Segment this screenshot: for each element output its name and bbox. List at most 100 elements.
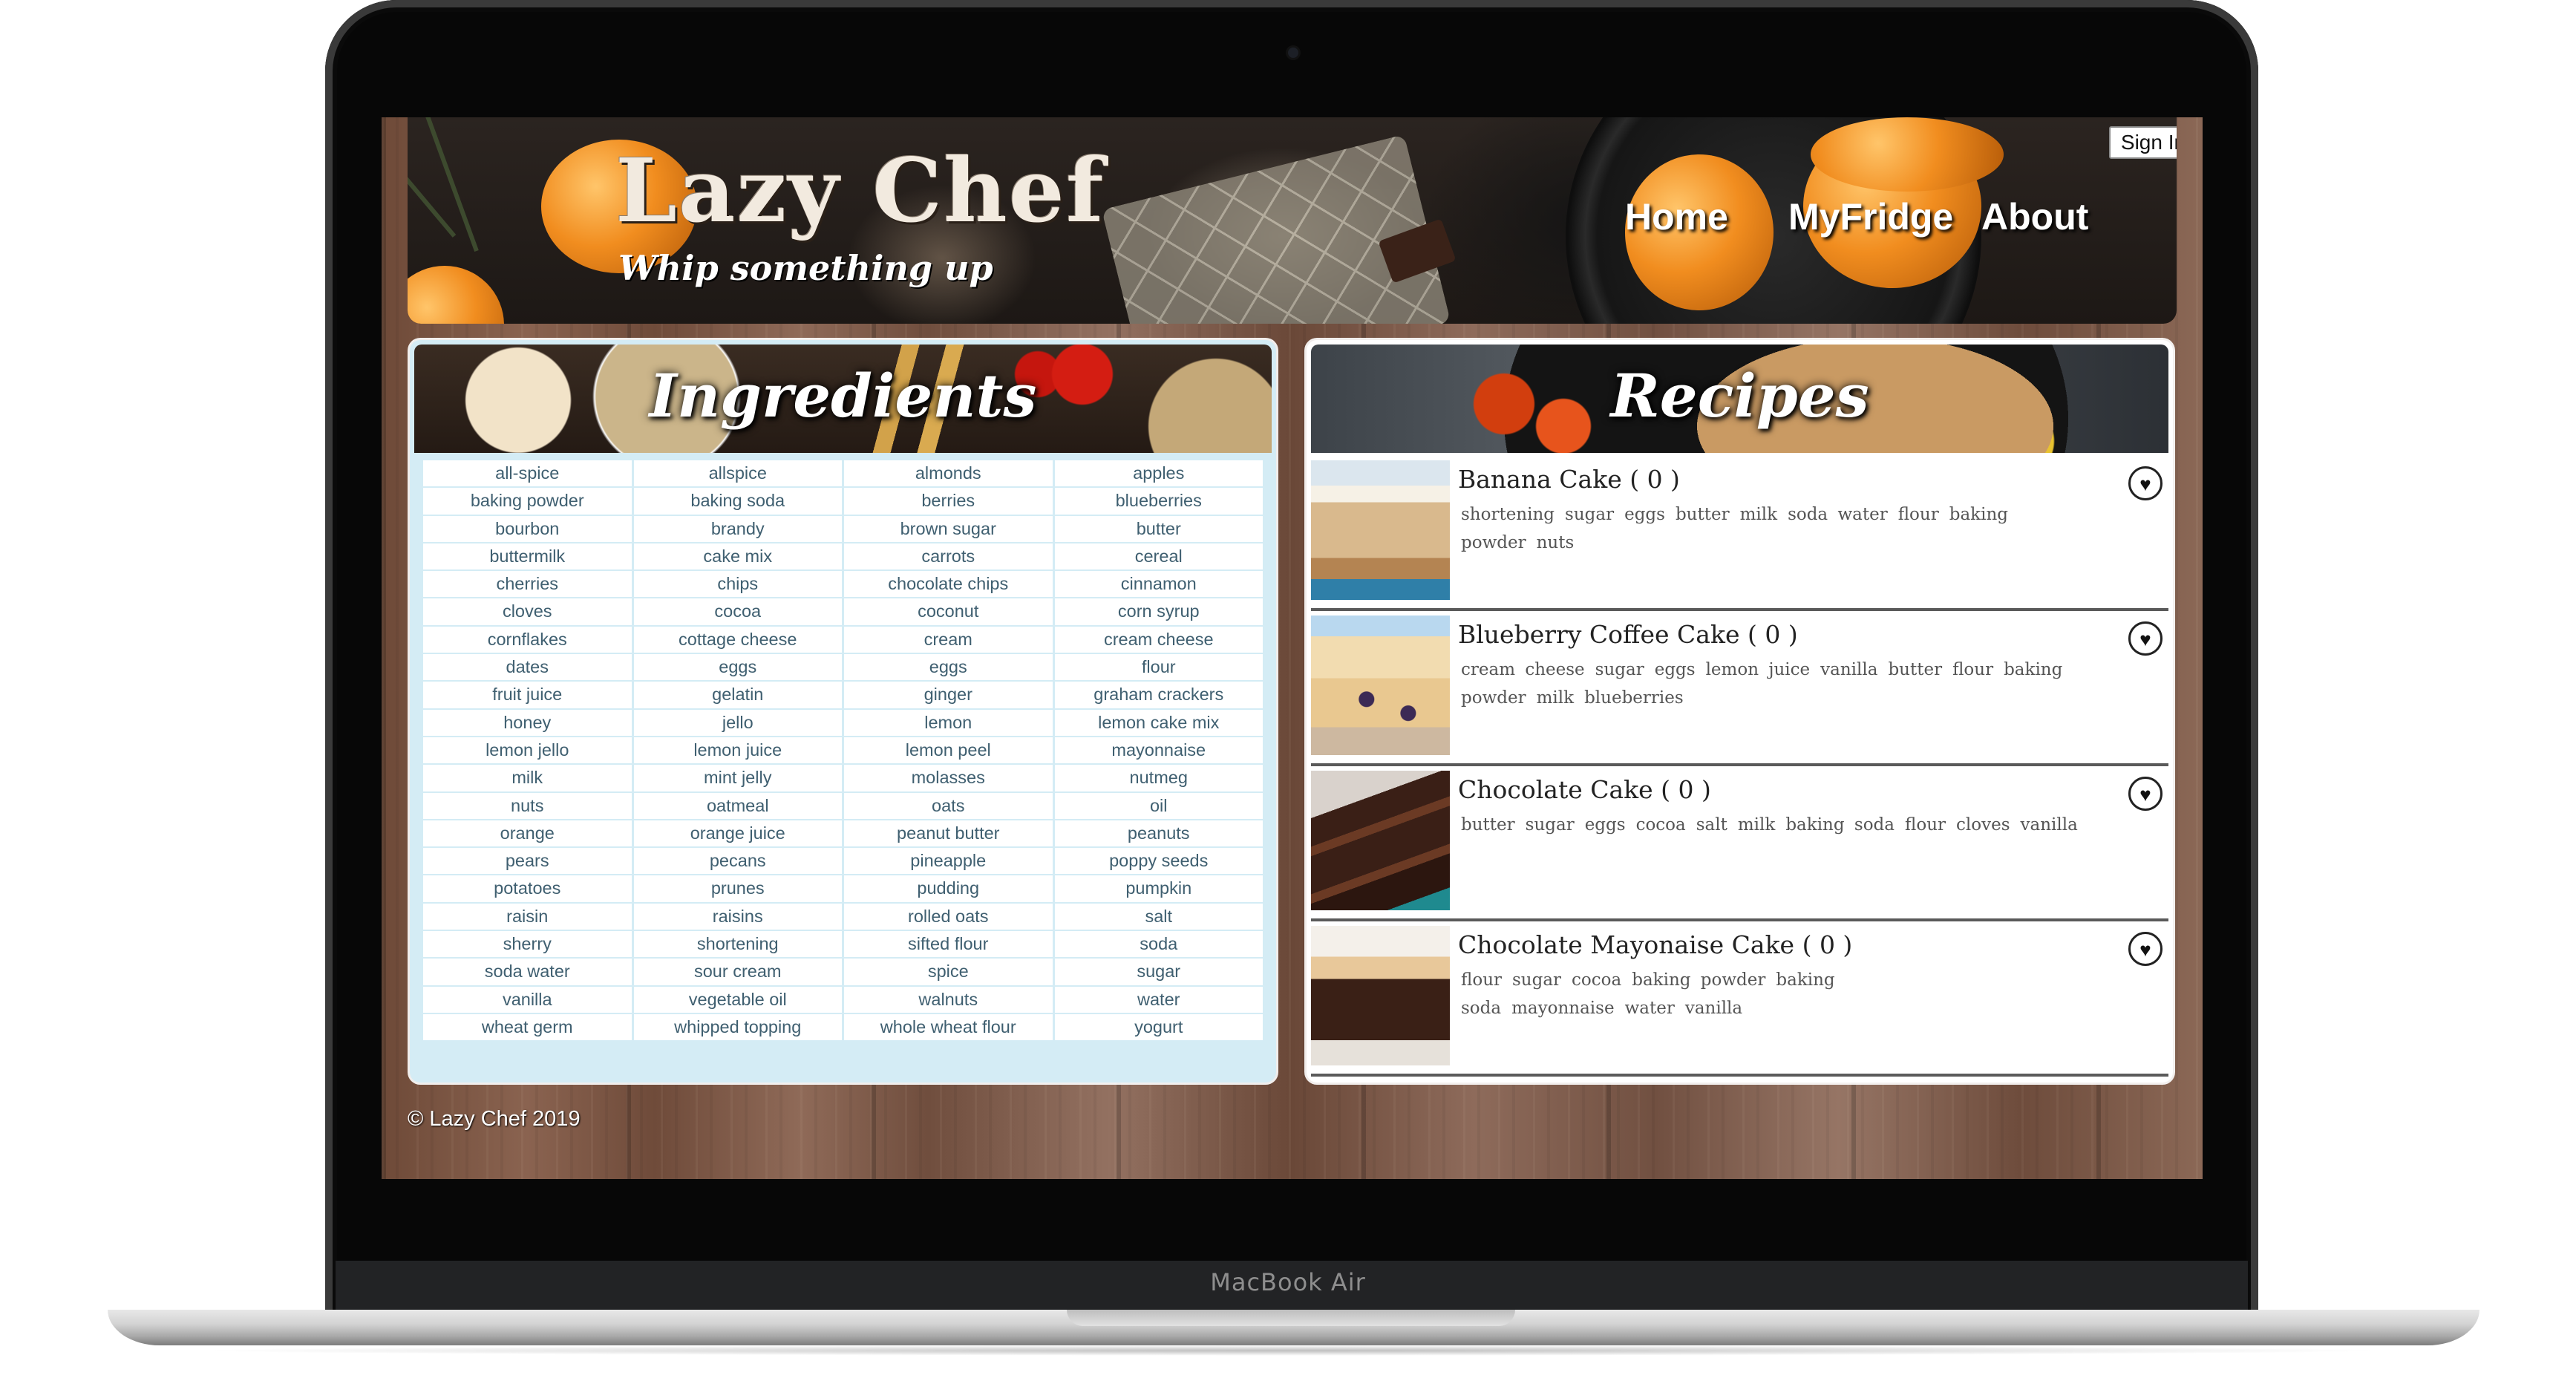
ingredient-item[interactable]: raisin [423, 903, 634, 932]
ingredient-item[interactable]: coconut [844, 598, 1055, 627]
heart-icon[interactable]: ♥ [2128, 466, 2163, 500]
ingredient-item[interactable]: whipped topping [633, 1013, 844, 1042]
ingredient-item[interactable]: peanuts [1054, 820, 1265, 849]
ingredient-item[interactable]: blueberries [1054, 488, 1265, 516]
ingredient-item[interactable]: lemon juice [633, 737, 844, 765]
recipe-title[interactable]: Chocolate Cake ( 0 ) [1458, 775, 1711, 804]
ingredient-item[interactable]: sifted flour [844, 931, 1055, 959]
ingredient-item[interactable]: berries [844, 488, 1055, 516]
ingredient-item[interactable]: potatoes [423, 875, 634, 904]
ingredient-item[interactable]: yogurt [1054, 1013, 1265, 1042]
sign-in-button[interactable]: Sign In [2109, 126, 2177, 159]
ingredient-item[interactable]: buttermilk [423, 543, 634, 572]
ingredient-item[interactable]: chocolate chips [844, 571, 1055, 599]
ingredient-item[interactable]: oatmeal [633, 792, 844, 820]
ingredient-item[interactable]: gelatin [633, 682, 844, 710]
ingredient-item[interactable]: water [1054, 986, 1265, 1014]
ingredient-item[interactable]: vegetable oil [633, 986, 844, 1014]
chocolate-mayonaise-cake-image[interactable] [1311, 926, 1450, 1065]
ingredient-item[interactable]: oil [1054, 792, 1265, 820]
ingredient-item[interactable]: pears [423, 848, 634, 876]
recipe-card[interactable]: Banana Cake ( 0 ) shortening sugar eggs but… [1311, 456, 2168, 611]
ingredient-item[interactable]: fruit juice [423, 682, 634, 710]
ingredient-item[interactable]: brown sugar [844, 515, 1055, 543]
ingredient-item[interactable]: soda [1054, 931, 1265, 959]
nav-myfridge[interactable]: MyFridge [1788, 195, 1953, 238]
ingredient-item[interactable]: orange [423, 820, 634, 849]
ingredient-item[interactable]: honey [423, 709, 634, 737]
ingredient-item[interactable]: graham crackers [1054, 682, 1265, 710]
recipe-title[interactable]: Chocolate Mayonaise Cake ( 0 ) [1458, 930, 1852, 959]
ingredient-item[interactable]: mayonnaise [1054, 737, 1265, 765]
ingredient-item[interactable]: eggs [633, 654, 844, 682]
banana-cake-image[interactable] [1311, 460, 1450, 600]
ingredient-item[interactable]: orange juice [633, 820, 844, 849]
heart-icon[interactable]: ♥ [2128, 777, 2163, 811]
ingredient-item[interactable]: bourbon [423, 515, 634, 543]
chocolate-cake-image[interactable] [1311, 771, 1450, 910]
ingredient-item[interactable]: cream cheese [1054, 626, 1265, 655]
ingredient-item[interactable]: lemon jello [423, 737, 634, 765]
ingredient-item[interactable]: vanilla [423, 986, 634, 1014]
ingredient-item[interactable]: cake mix [633, 543, 844, 572]
nav-about[interactable]: About [1981, 195, 2088, 238]
ingredient-item[interactable]: cream [844, 626, 1055, 655]
ingredient-item[interactable]: allspice [633, 460, 844, 489]
ingredient-item[interactable]: cocoa [633, 598, 844, 627]
ingredient-item[interactable]: sour cream [633, 959, 844, 987]
ingredient-item[interactable]: baking powder [423, 488, 634, 516]
ingredient-item[interactable]: pumpkin [1054, 875, 1265, 904]
ingredient-item[interactable]: nutmeg [1054, 765, 1265, 793]
ingredient-item[interactable]: flour [1054, 654, 1265, 682]
ingredient-item[interactable]: dates [423, 654, 634, 682]
recipe-card[interactable]: Chocolate Cake ( 0 ) butter sugar eggs coco… [1311, 766, 2168, 921]
ingredient-item[interactable]: corn syrup [1054, 598, 1265, 627]
ingredient-item[interactable]: almonds [844, 460, 1055, 489]
ingredient-item[interactable]: whole wheat flour [844, 1013, 1055, 1042]
ingredient-item[interactable]: cloves [423, 598, 634, 627]
ingredient-item[interactable]: cottage cheese [633, 626, 844, 655]
ingredient-item[interactable]: peanut butter [844, 820, 1055, 849]
nav-home[interactable]: Home [1625, 195, 1728, 238]
ingredient-item[interactable]: shortening [633, 931, 844, 959]
heart-icon[interactable]: ♥ [2128, 932, 2163, 966]
ingredient-item[interactable]: nuts [423, 792, 634, 820]
ingredient-item[interactable]: mint jelly [633, 765, 844, 793]
ingredient-item[interactable]: eggs [844, 654, 1055, 682]
ingredient-item[interactable]: cherries [423, 571, 634, 599]
recipe-card[interactable]: Blueberry Coffee Cake ( 0 ) cream cheese… [1311, 611, 2168, 766]
ingredient-item[interactable]: prunes [633, 875, 844, 904]
ingredient-item[interactable]: rolled oats [844, 903, 1055, 932]
ingredient-item[interactable]: pineapple [844, 848, 1055, 876]
ingredient-item[interactable]: cereal [1054, 543, 1265, 572]
ingredient-item[interactable]: cornflakes [423, 626, 634, 655]
ingredient-item[interactable]: apples [1054, 460, 1265, 489]
ingredient-item[interactable]: ginger [844, 682, 1055, 710]
ingredient-item[interactable]: salt [1054, 903, 1265, 932]
ingredient-item[interactable]: jello [633, 709, 844, 737]
ingredient-item[interactable]: milk [423, 765, 634, 793]
ingredient-item[interactable]: wheat germ [423, 1013, 634, 1042]
ingredient-item[interactable]: pudding [844, 875, 1055, 904]
ingredient-item[interactable]: spice [844, 959, 1055, 987]
ingredient-item[interactable]: baking soda [633, 488, 844, 516]
ingredient-item[interactable]: carrots [844, 543, 1055, 572]
ingredient-item[interactable]: sherry [423, 931, 634, 959]
ingredient-item[interactable]: butter [1054, 515, 1265, 543]
ingredient-item[interactable]: walnuts [844, 986, 1055, 1014]
ingredient-item[interactable]: lemon cake mix [1054, 709, 1265, 737]
recipe-card[interactable]: Chocolate Mayonaise Cake ( 0 ) flour suga… [1311, 921, 2168, 1077]
ingredient-item[interactable]: cinnamon [1054, 571, 1265, 599]
ingredient-item[interactable]: poppy seeds [1054, 848, 1265, 876]
heart-icon[interactable]: ♥ [2128, 621, 2163, 656]
ingredient-item[interactable]: soda water [423, 959, 634, 987]
ingredient-item[interactable]: raisins [633, 903, 844, 932]
site-title[interactable]: Lazy Chef [615, 147, 1105, 235]
ingredient-item[interactable]: all-spice [423, 460, 634, 489]
ingredient-item[interactable]: pecans [633, 848, 844, 876]
ingredient-item[interactable]: oats [844, 792, 1055, 820]
ingredient-item[interactable]: molasses [844, 765, 1055, 793]
recipe-title[interactable]: Blueberry Coffee Cake ( 0 ) [1458, 620, 1798, 649]
ingredient-item[interactable]: chips [633, 571, 844, 599]
recipe-title[interactable]: Banana Cake ( 0 ) [1458, 465, 1680, 494]
